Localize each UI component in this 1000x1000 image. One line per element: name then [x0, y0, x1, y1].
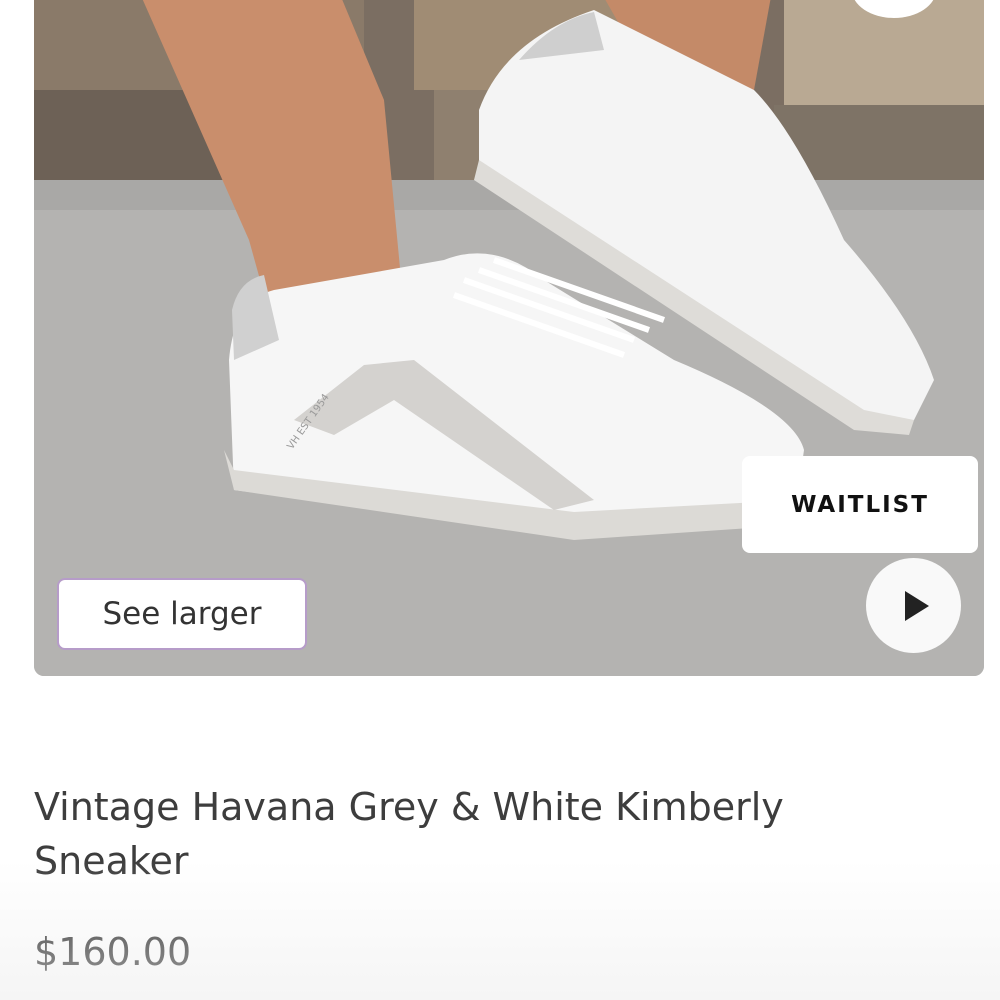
see-larger-button[interactable]: See larger [57, 578, 307, 650]
waitlist-button[interactable]: WAITLIST [742, 456, 978, 553]
product-price: $160.00 [34, 930, 192, 974]
product-image[interactable]: VH EST 1954 [34, 0, 984, 676]
play-video-button[interactable] [866, 558, 961, 653]
product-title: Vintage Havana Grey & White Kimberly Sne… [34, 785, 784, 883]
play-icon [904, 590, 929, 621]
product-photo: VH EST 1954 [34, 0, 984, 676]
